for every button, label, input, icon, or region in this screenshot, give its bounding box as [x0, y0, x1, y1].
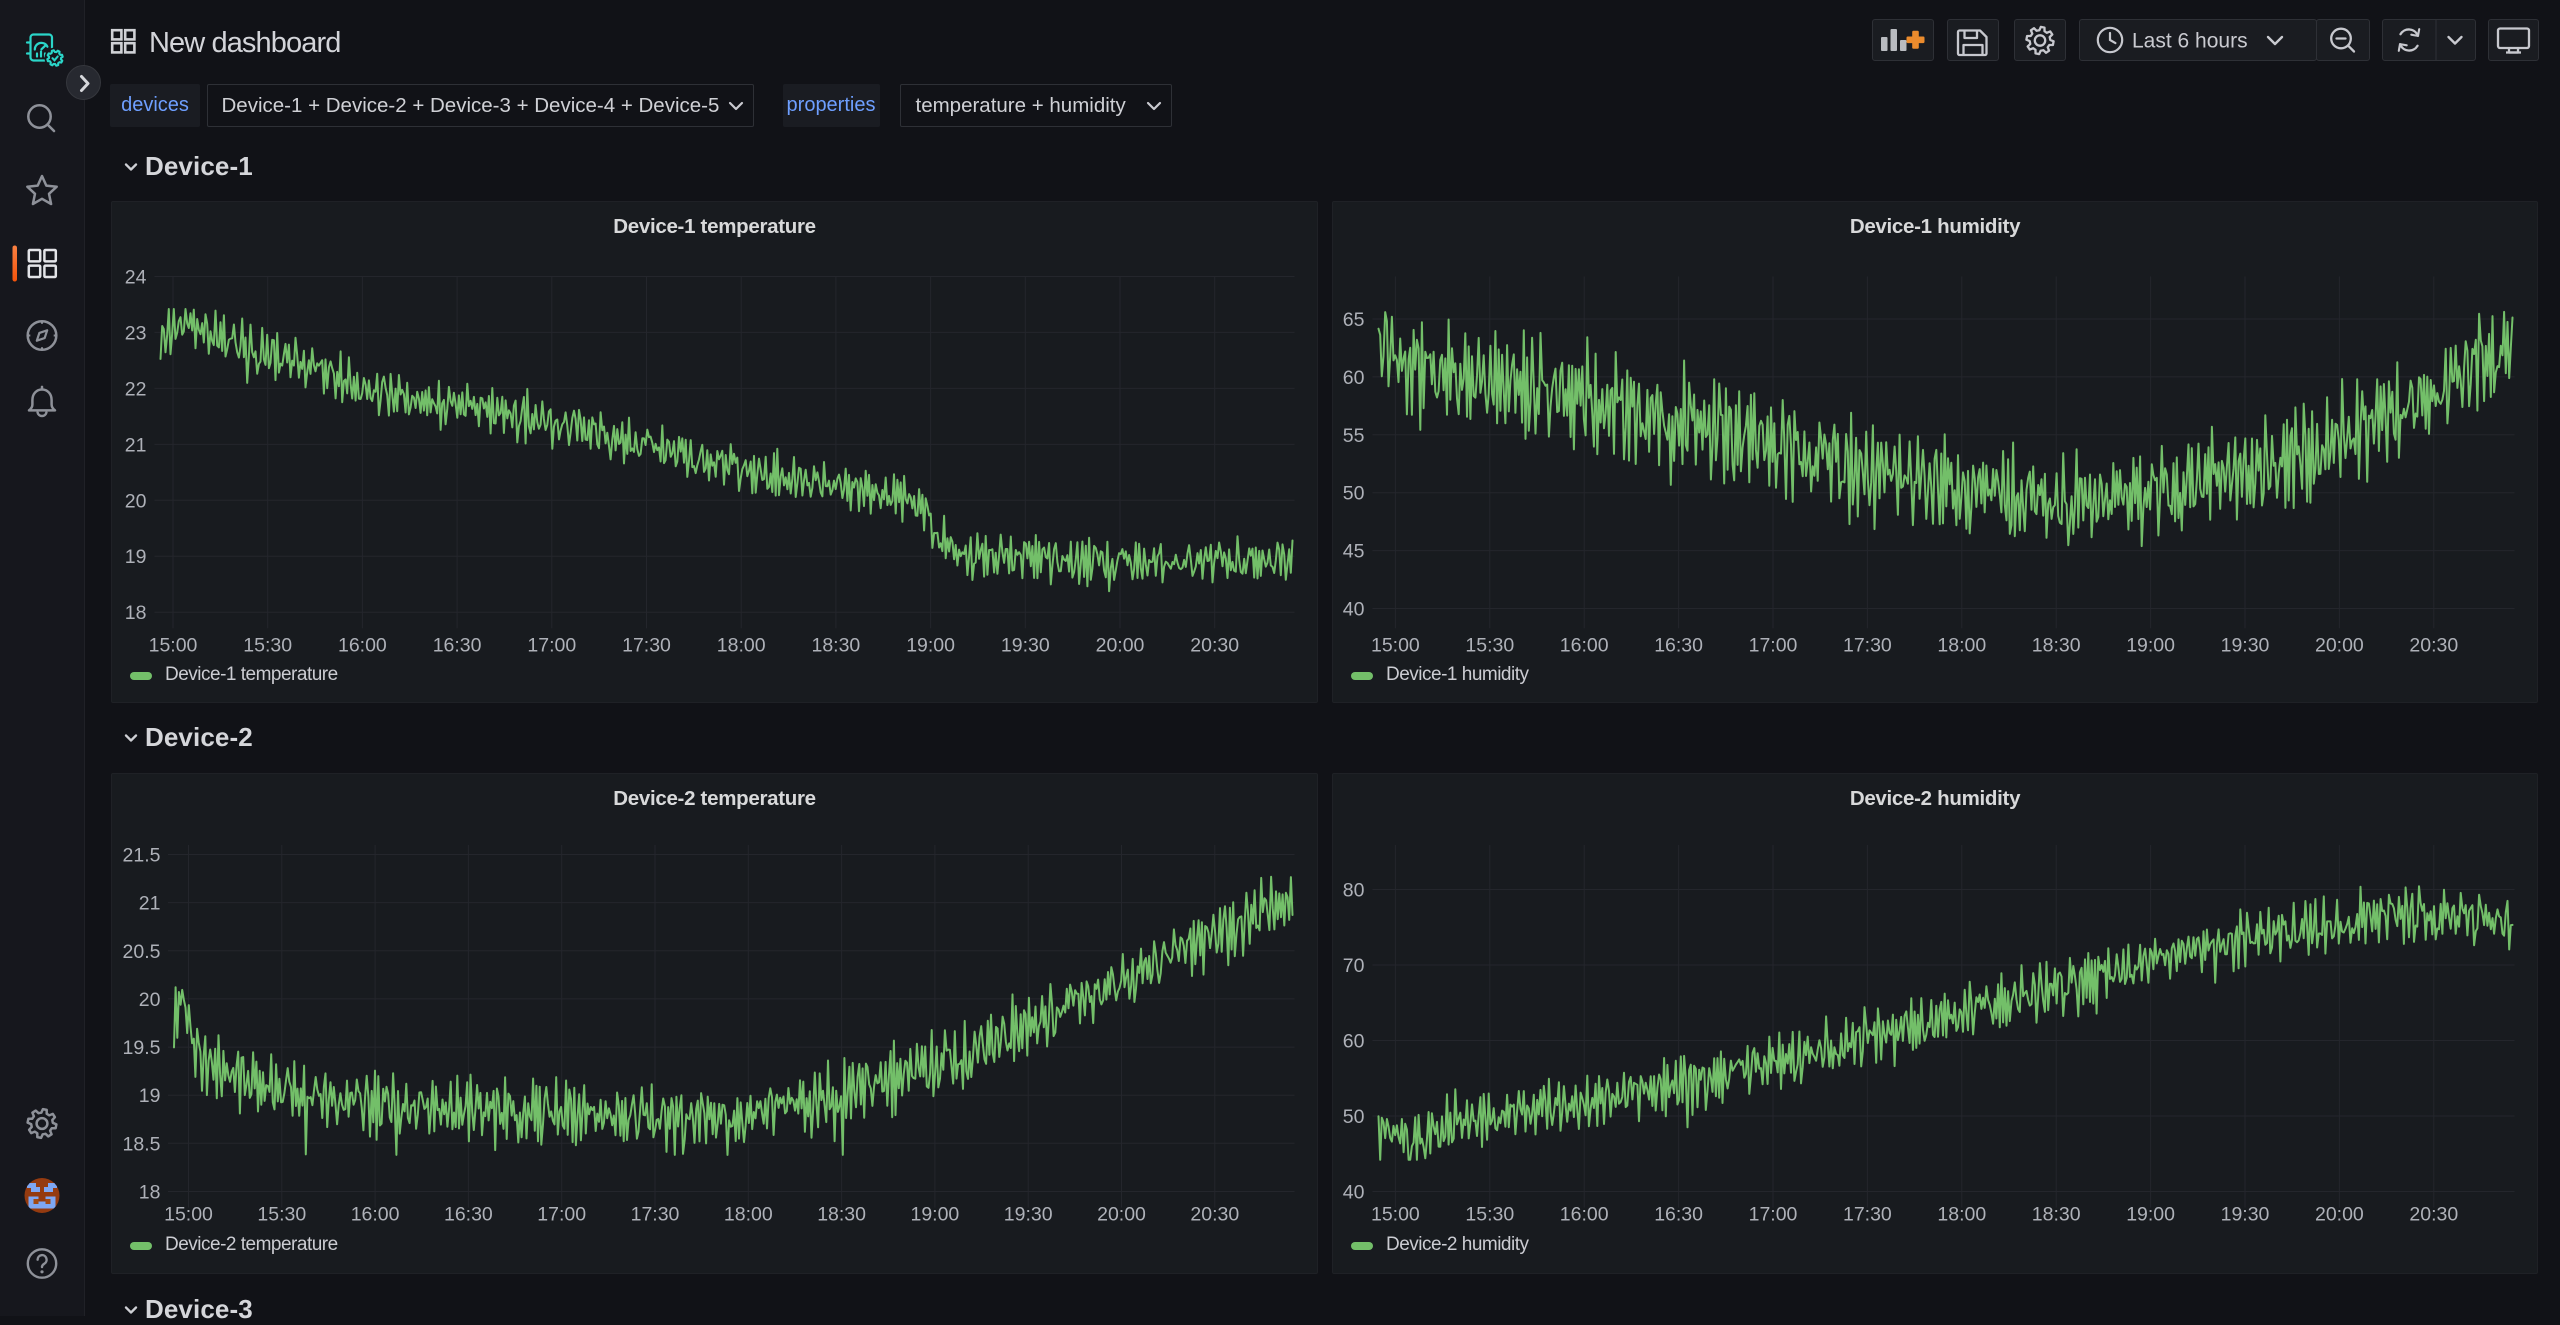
svg-text:40: 40 — [1343, 599, 1365, 621]
svg-text:70: 70 — [1343, 955, 1365, 977]
svg-text:20:00: 20:00 — [1096, 635, 1145, 657]
svg-text:15:30: 15:30 — [1465, 1204, 1514, 1226]
svg-text:65: 65 — [1343, 309, 1365, 331]
svg-text:55: 55 — [1343, 425, 1365, 447]
svg-text:21: 21 — [125, 434, 147, 456]
svg-text:19:00: 19:00 — [2126, 635, 2175, 657]
svg-text:16:30: 16:30 — [1654, 635, 1703, 657]
svg-text:24: 24 — [125, 267, 147, 289]
svg-text:19:30: 19:30 — [1004, 1204, 1053, 1226]
svg-text:18:30: 18:30 — [2032, 1204, 2081, 1226]
svg-text:17:30: 17:30 — [631, 1204, 680, 1226]
svg-text:20.5: 20.5 — [123, 941, 161, 963]
svg-text:15:00: 15:00 — [164, 1204, 213, 1226]
svg-text:21: 21 — [139, 893, 161, 915]
svg-text:19:30: 19:30 — [1001, 635, 1050, 657]
svg-text:20:00: 20:00 — [2315, 1204, 2364, 1226]
svg-text:19.5: 19.5 — [123, 1037, 161, 1059]
svg-text:16:30: 16:30 — [433, 635, 482, 657]
svg-text:18:00: 18:00 — [717, 635, 766, 657]
svg-text:16:00: 16:00 — [1560, 635, 1609, 657]
svg-text:20:30: 20:30 — [1190, 635, 1239, 657]
svg-text:18:00: 18:00 — [724, 1204, 773, 1226]
svg-text:18:00: 18:00 — [1937, 1204, 1986, 1226]
svg-text:17:00: 17:00 — [527, 635, 576, 657]
svg-text:18: 18 — [139, 1182, 161, 1204]
svg-text:17:00: 17:00 — [537, 1204, 586, 1226]
svg-text:20:00: 20:00 — [2315, 635, 2364, 657]
svg-text:18:30: 18:30 — [817, 1204, 866, 1226]
svg-text:15:30: 15:30 — [257, 1204, 306, 1226]
svg-text:17:30: 17:30 — [622, 635, 671, 657]
svg-text:18.5: 18.5 — [123, 1133, 161, 1155]
svg-text:21.5: 21.5 — [123, 845, 161, 867]
svg-text:16:00: 16:00 — [351, 1204, 400, 1226]
svg-text:19:30: 19:30 — [2221, 635, 2270, 657]
svg-text:20: 20 — [125, 490, 147, 512]
svg-text:40: 40 — [1343, 1182, 1365, 1204]
svg-text:20: 20 — [139, 989, 161, 1011]
svg-text:15:00: 15:00 — [1371, 635, 1420, 657]
svg-text:50: 50 — [1343, 483, 1365, 505]
svg-text:15:30: 15:30 — [1465, 635, 1514, 657]
svg-text:50: 50 — [1343, 1106, 1365, 1128]
svg-text:16:30: 16:30 — [1654, 1204, 1703, 1226]
svg-text:60: 60 — [1343, 367, 1365, 389]
svg-text:19:30: 19:30 — [2221, 1204, 2270, 1226]
svg-text:17:00: 17:00 — [1749, 635, 1798, 657]
svg-text:19:00: 19:00 — [2126, 1204, 2175, 1226]
svg-text:45: 45 — [1343, 541, 1365, 563]
svg-text:19: 19 — [139, 1085, 161, 1107]
svg-text:20:30: 20:30 — [2409, 635, 2458, 657]
svg-text:60: 60 — [1343, 1031, 1365, 1053]
svg-text:18:30: 18:30 — [2032, 635, 2081, 657]
svg-text:18:00: 18:00 — [1937, 635, 1986, 657]
svg-text:19:00: 19:00 — [906, 635, 955, 657]
svg-text:15:30: 15:30 — [243, 635, 292, 657]
svg-text:18: 18 — [125, 602, 147, 624]
svg-text:20:30: 20:30 — [1190, 1204, 1239, 1226]
svg-text:16:00: 16:00 — [338, 635, 387, 657]
svg-text:18:30: 18:30 — [811, 635, 860, 657]
svg-text:20:00: 20:00 — [1097, 1204, 1146, 1226]
svg-text:19: 19 — [125, 546, 147, 568]
svg-text:80: 80 — [1343, 880, 1365, 902]
svg-text:Last 6 hours: Last 6 hours — [2132, 30, 2248, 53]
svg-text:16:00: 16:00 — [1560, 1204, 1609, 1226]
svg-text:19:00: 19:00 — [910, 1204, 959, 1226]
svg-text:16:30: 16:30 — [444, 1204, 493, 1226]
svg-text:15:00: 15:00 — [1371, 1204, 1420, 1226]
svg-text:22: 22 — [125, 378, 147, 400]
svg-text:17:00: 17:00 — [1749, 1204, 1798, 1226]
svg-text:17:30: 17:30 — [1843, 1204, 1892, 1226]
svg-text:20:30: 20:30 — [2409, 1204, 2458, 1226]
svg-text:15:00: 15:00 — [149, 635, 198, 657]
svg-text:17:30: 17:30 — [1843, 635, 1892, 657]
svg-text:23: 23 — [125, 322, 147, 344]
